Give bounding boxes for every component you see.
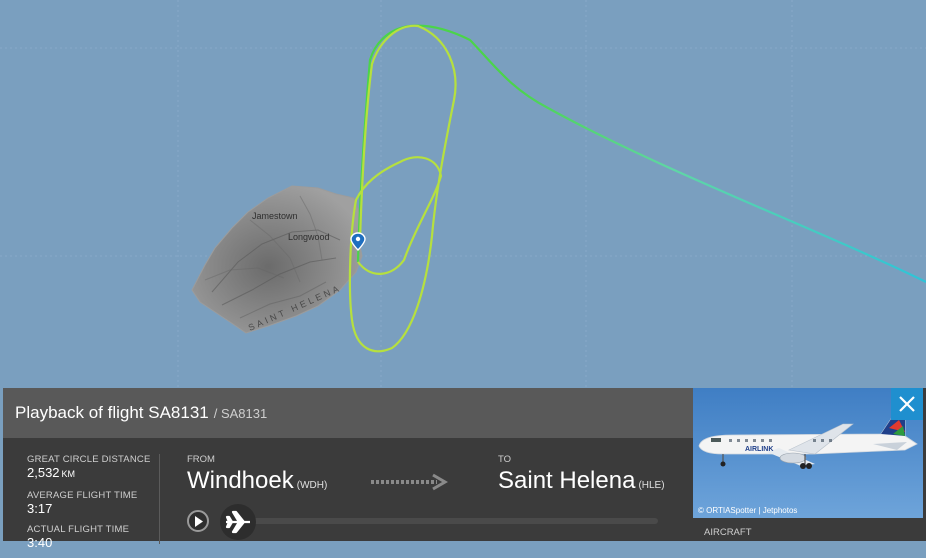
stat-number: 2,532 (27, 465, 60, 480)
close-button[interactable] (891, 388, 923, 420)
place-label-longwood: Longwood (288, 232, 330, 242)
origin-label: FROM (187, 454, 215, 465)
origin-name-row: Windhoek (WDH) (187, 467, 327, 500)
stat-average-flight-time: AVERAGE FLIGHT TIME 3:17 (27, 490, 162, 516)
stat-label: ACTUAL FLIGHT TIME (27, 524, 130, 535)
panel-title: Playback of flight SA8131 (15, 403, 209, 422)
stat-value: 2,532 KM (27, 465, 162, 482)
stat-value: 3:17 (27, 501, 53, 516)
playback-slider-track[interactable] (251, 518, 658, 524)
origin-code: (WDH) (296, 480, 328, 491)
destination-airport[interactable]: TO Saint Helena (HLE) (498, 454, 665, 500)
place-label-jamestown: Jamestown (252, 211, 298, 221)
aircraft-photo[interactable]: AIRLINK (693, 388, 923, 518)
play-icon (195, 516, 203, 527)
panel-header: Playback of flight SA8131 / SA8131 (3, 388, 693, 438)
divider (159, 454, 160, 544)
stat-label: GREAT CIRCLE DISTANCE (27, 454, 151, 465)
livery-text: AIRLINK (745, 446, 773, 453)
destination-name-row: Saint Helena (HLE) (498, 467, 665, 500)
stat-value: 3:40 (27, 535, 53, 550)
destination-code: (HLE) (638, 480, 665, 491)
arrow-right-icon (371, 473, 448, 491)
playback-slider-handle[interactable] (220, 504, 256, 540)
aircraft-label: AIRCRAFT (704, 527, 752, 538)
stat-unit: KM (61, 469, 76, 479)
aircraft-card: AIRLINK © ORTIASpotter | Jetphotos AIRCR… (693, 388, 926, 541)
stat-label: AVERAGE FLIGHT TIME (27, 490, 138, 501)
flight-stats: GREAT CIRCLE DISTANCE 2,532 KM AVERAGE FL… (27, 454, 162, 558)
destination-name: Saint Helena (498, 467, 636, 494)
photo-credit[interactable]: © ORTIASpotter | Jetphotos (698, 506, 797, 515)
playback-panel: Playback of flight SA8131 / SA8131 GREAT… (3, 388, 693, 550)
stat-actual-flight-time: ACTUAL FLIGHT TIME 3:40 (27, 524, 162, 550)
stat-great-circle-distance: GREAT CIRCLE DISTANCE 2,532 KM (27, 454, 162, 482)
origin-airport[interactable]: FROM Windhoek (WDH) (187, 454, 327, 500)
play-button[interactable] (187, 510, 209, 532)
destination-label: TO (498, 454, 512, 465)
close-icon (899, 396, 915, 412)
panel-subtitle: / SA8131 (213, 405, 268, 421)
airplane-icon (225, 510, 250, 534)
origin-name: Windhoek (187, 467, 294, 494)
